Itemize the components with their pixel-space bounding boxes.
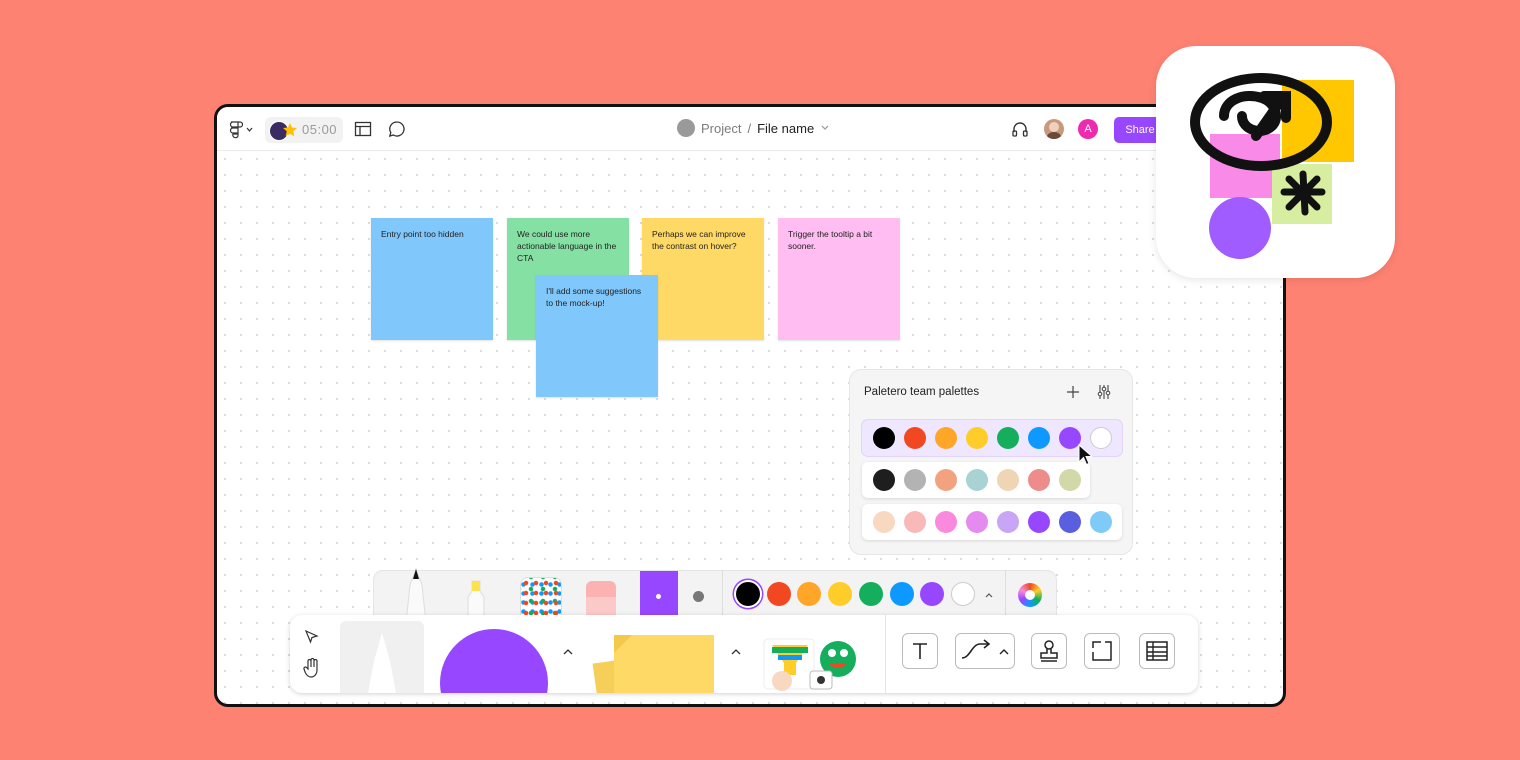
palette-swatch[interactable] (935, 427, 957, 449)
palette-swatch[interactable] (873, 469, 895, 491)
sticky-note[interactable]: I'll add some suggestions to the mock-up… (536, 275, 658, 397)
layout-button[interactable] (353, 120, 373, 138)
paletero-logo-icon (1190, 73, 1354, 259)
palette-swatch[interactable] (1059, 511, 1081, 533)
sticky-note-text: I'll add some suggestions to the mock-up… (546, 286, 642, 308)
chevron-up-icon[interactable] (730, 647, 742, 657)
palette-swatch[interactable] (1090, 427, 1112, 449)
user-avatar[interactable]: A (1078, 119, 1098, 139)
stamp-icon (1040, 640, 1058, 662)
chevron-down-icon[interactable] (820, 124, 830, 132)
palette-swatch[interactable] (935, 511, 957, 533)
headphones-icon (1012, 122, 1028, 137)
shape-tool-icon[interactable] (440, 629, 548, 693)
app-icon (1156, 46, 1395, 278)
color-swatch[interactable] (828, 582, 853, 606)
add-icon[interactable] (1066, 385, 1080, 399)
section-icon (1092, 641, 1112, 661)
sticky-note[interactable]: Perhaps we can improve the contrast on h… (642, 218, 764, 340)
sticky-note-text: We could use more actionable language in… (517, 229, 617, 263)
comment-icon (388, 121, 405, 137)
comment-button[interactable] (387, 120, 407, 138)
palette-swatch[interactable] (966, 427, 988, 449)
color-swatch[interactable] (920, 582, 945, 606)
layout-icon (354, 121, 372, 137)
stickers-tool[interactable] (760, 633, 866, 693)
palette-swatch[interactable] (966, 511, 988, 533)
settings-sliders-icon[interactable] (1096, 384, 1112, 400)
section-tool-button[interactable] (1084, 633, 1120, 669)
palette-swatch[interactable] (873, 511, 895, 533)
figma-logo-icon (229, 121, 253, 139)
breadcrumb-file-name[interactable]: File name (757, 121, 814, 136)
palette-swatch[interactable] (997, 511, 1019, 533)
sticky-note[interactable]: Trigger the tooltip a bit sooner. (778, 218, 900, 340)
audio-button[interactable] (1010, 119, 1030, 139)
color-picker-icon[interactable] (1018, 583, 1042, 607)
chevron-up-icon[interactable] (562, 647, 574, 657)
stamp-tool-button[interactable] (1031, 633, 1067, 669)
move-tool-icon[interactable] (304, 629, 320, 645)
chevron-up-icon[interactable] (984, 591, 994, 599)
main-toolbar (290, 615, 1198, 693)
palette-swatch[interactable] (1028, 427, 1050, 449)
color-swatch[interactable] (950, 582, 975, 606)
cursor-icon (1078, 444, 1092, 466)
palette-swatch[interactable] (966, 469, 988, 491)
sticky-note-tool[interactable] (592, 635, 718, 693)
palette-swatch[interactable] (1059, 469, 1081, 491)
palette-swatch[interactable] (1028, 469, 1050, 491)
table-icon (1146, 641, 1168, 661)
breadcrumb: Project / File name (677, 119, 830, 137)
color-swatch[interactable] (766, 582, 791, 606)
palette-swatch[interactable] (904, 511, 926, 533)
palette-swatch[interactable] (935, 469, 957, 491)
palette-swatch[interactable] (904, 427, 926, 449)
panel-title: Paletero team palettes (864, 386, 980, 398)
hand-tool-icon[interactable] (302, 657, 322, 679)
palette-swatch[interactable] (904, 469, 926, 491)
palette-swatch[interactable] (873, 427, 895, 449)
top-bar: 05:00 Project / File name A Share (217, 107, 1283, 151)
palette-panel: Paletero team palettes (849, 369, 1133, 555)
breadcrumb-project[interactable]: Project (701, 121, 741, 136)
color-swatch[interactable] (858, 582, 883, 606)
color-swatch[interactable] (736, 582, 760, 606)
collaborator-avatar[interactable] (1044, 119, 1064, 139)
main-menu-button[interactable] (227, 119, 255, 139)
color-swatch[interactable] (889, 582, 914, 606)
palette-swatch[interactable] (997, 427, 1019, 449)
color-swatch[interactable] (797, 582, 822, 606)
timer-value: 05:00 (302, 122, 338, 137)
marker-tool-icon (368, 633, 396, 693)
table-tool-button[interactable] (1139, 633, 1175, 669)
star-icon (283, 123, 297, 137)
sticky-note[interactable]: Entry point too hidden (371, 218, 493, 340)
sticky-note-text: Perhaps we can improve the contrast on h… (652, 229, 746, 251)
palette-swatch[interactable] (1028, 511, 1050, 533)
marker-tool-tray[interactable] (340, 621, 424, 693)
palette-swatch[interactable] (997, 469, 1019, 491)
connector-tool-button[interactable] (955, 633, 1015, 669)
divider (885, 615, 886, 693)
sticky-note-text: Trigger the tooltip a bit sooner. (788, 229, 873, 251)
palette-row[interactable] (862, 504, 1122, 540)
sticky-note-stack-icon (592, 635, 714, 693)
app-window: 05:00 Project / File name A Share Entry … (214, 104, 1286, 707)
connector-icon (961, 639, 1009, 659)
timer-widget[interactable]: 05:00 (265, 117, 343, 143)
text-tool-button[interactable] (902, 633, 938, 669)
text-icon (913, 643, 927, 659)
stickers-icon (763, 638, 856, 691)
team-logo-icon (677, 119, 695, 137)
breadcrumb-separator: / (747, 120, 752, 136)
sticky-note-text: Entry point too hidden (381, 229, 464, 239)
palette-swatch[interactable] (1090, 511, 1112, 533)
palette-row[interactable] (862, 462, 1090, 498)
